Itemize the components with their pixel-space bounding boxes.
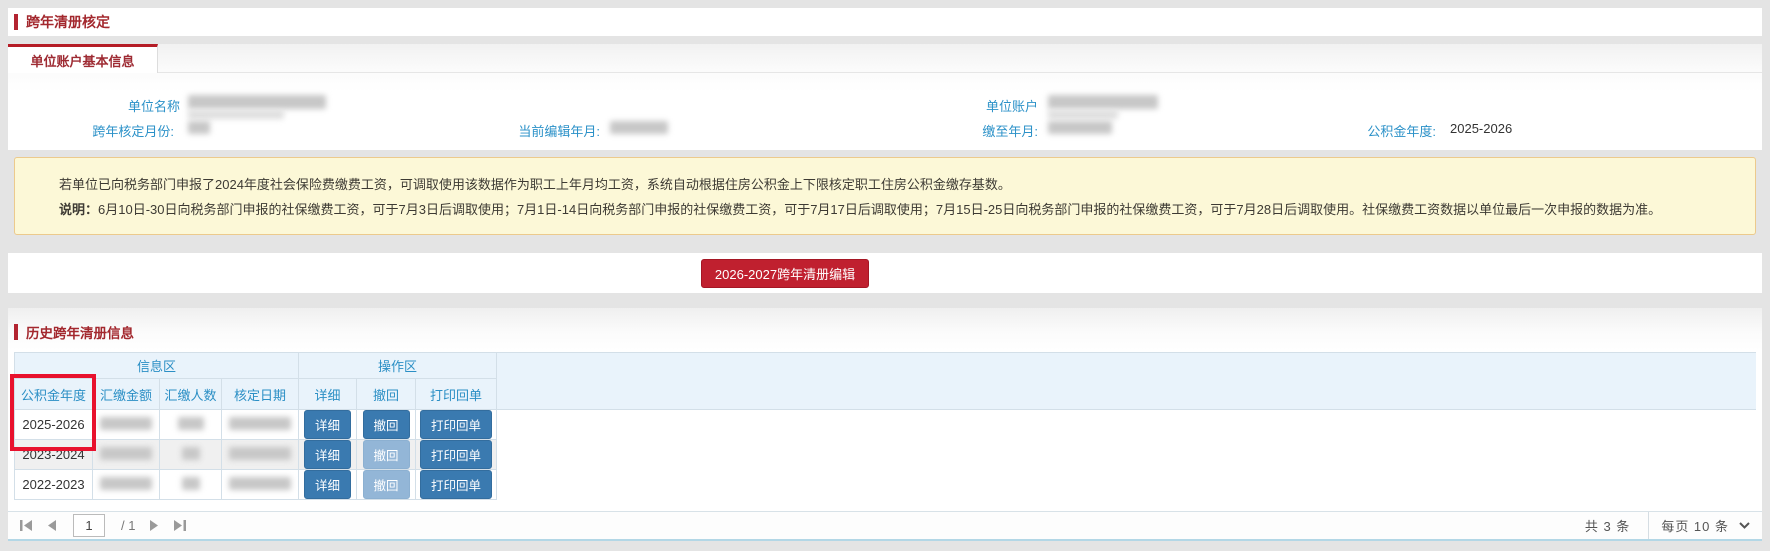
- last-page-button[interactable]: [173, 520, 186, 531]
- cell-verify-date: [222, 440, 299, 470]
- cell-fund-year: 2025-2026: [15, 410, 93, 440]
- notice-line1: 若单位已向税务部门申报了2024年度社会保险费缴费工资，可调取使用该数据作为职工…: [59, 172, 1725, 197]
- cell-headcount: [160, 470, 222, 500]
- page-title-bar: 跨年清册核定: [8, 8, 1762, 36]
- print-receipt-button[interactable]: 打印回单: [420, 410, 492, 439]
- prev-page-button[interactable]: [47, 520, 57, 531]
- page-size-select[interactable]: 每页 10 条: [1648, 512, 1762, 539]
- current-edit-month-label: 当前编辑年月:: [440, 121, 600, 140]
- fund-year-value: 2025-2026: [1450, 121, 1512, 136]
- unit-account-redacted-value: [1048, 95, 1158, 109]
- first-page-button[interactable]: [20, 520, 33, 531]
- cell-amount: [93, 470, 160, 500]
- pagination-bar: 1 / 1 共 3 条 每页 10 条: [8, 511, 1762, 539]
- header-filler: [497, 353, 1756, 410]
- col-header-fund-year: 公积金年度: [15, 379, 93, 410]
- history-section-head: 历史跨年清册信息: [8, 308, 1762, 342]
- table-row: 2023-2024 详细 撤回 打印回单: [15, 440, 1757, 470]
- group-header-action: 操作区: [299, 353, 497, 379]
- cell-amount: [93, 410, 160, 440]
- notice-line2-text: 6月10日-30日向税务部门申报的社保缴费工资，可于7月3日后调取使用；7月1日…: [98, 202, 1661, 217]
- redacted-amount: [100, 417, 152, 430]
- basic-info-panel: 单位账户基本信息 单位名称 单位账户 跨年核定月份: 当前编辑年月: 缴至年月:…: [8, 44, 1762, 150]
- history-table: 信息区 操作区 公积金年度 汇缴金额 汇缴人数 核定日期 详细 撤回 打印回单 …: [14, 352, 1756, 500]
- cell-fund-year: 2022-2023: [15, 470, 93, 500]
- unit-account-redacted-value-2: [1048, 110, 1118, 119]
- tab-bar: 单位账户基本信息: [8, 44, 1762, 73]
- cell-headcount: [160, 440, 222, 470]
- table-row: 2022-2023 详细 撤回 打印回单: [15, 470, 1757, 500]
- cell-verify-date: [222, 470, 299, 500]
- withdraw-button-disabled: 撤回: [363, 470, 410, 499]
- page-title: 跨年清册核定: [26, 12, 110, 32]
- cell-filler: [497, 440, 1756, 470]
- redacted-amount: [100, 477, 152, 490]
- notice-box: 若单位已向税务部门申报了2024年度社会保险费缴费工资，可调取使用该数据作为职工…: [14, 157, 1756, 235]
- total-count-label: 共 3 条: [1585, 516, 1630, 535]
- redacted-headcount: [182, 447, 200, 460]
- pagination-right: 共 3 条 每页 10 条: [1585, 512, 1762, 539]
- history-panel: 历史跨年清册信息 信息区 操作区 公积金年度 汇缴金额 汇缴人数 核定日期 详细…: [8, 308, 1762, 541]
- chevron-down-icon: [1739, 522, 1750, 529]
- notice-line2: 说明：6月10日-30日向税务部门申报的社保缴费工资，可于7月3日后调取使用；7…: [59, 197, 1725, 222]
- detail-button[interactable]: 详细: [304, 440, 351, 469]
- cell-filler: [497, 410, 1756, 440]
- print-receipt-button[interactable]: 打印回单: [420, 470, 492, 499]
- redacted-date: [229, 477, 291, 490]
- total-pages-label: / 1: [121, 518, 135, 533]
- redacted-headcount: [178, 417, 204, 430]
- redacted-amount: [100, 447, 152, 460]
- cross-year-edit-button[interactable]: 2026-2027跨年清册编辑: [701, 259, 869, 288]
- table-row: 2025-2026 详细 撤回 打印回单: [15, 410, 1757, 440]
- group-header-info: 信息区: [15, 353, 299, 379]
- page-number-input[interactable]: 1: [73, 514, 105, 537]
- unit-name-redacted-value-2: [188, 110, 284, 119]
- paid-until-label: 缴至年月:: [878, 121, 1038, 140]
- fund-year-label: 公积金年度:: [1278, 121, 1436, 140]
- page: 跨年清册核定 单位账户基本信息 单位名称 单位账户 跨年核定月份: 当前编辑年月…: [0, 0, 1770, 551]
- redacted-date: [229, 417, 291, 430]
- history-accent-bar: [14, 324, 18, 340]
- cell-amount: [93, 440, 160, 470]
- redacted-date: [229, 447, 291, 460]
- next-page-button[interactable]: [149, 520, 159, 531]
- page-size-label: 每页 10 条: [1661, 516, 1729, 535]
- chevron-right-icon: [149, 520, 159, 531]
- withdraw-button-disabled: 撤回: [363, 440, 410, 469]
- chevron-left-icon: [47, 520, 57, 531]
- title-accent-bar: [14, 14, 18, 30]
- cross-year-month-redacted-value: [188, 121, 210, 134]
- history-title: 历史跨年清册信息: [26, 322, 134, 342]
- cell-verify-date: [222, 410, 299, 440]
- col-header-withdraw: 撤回: [357, 379, 416, 410]
- cell-filler: [497, 470, 1756, 500]
- cross-year-month-label: 跨年核定月份:: [14, 121, 174, 140]
- col-header-verify-date: 核定日期: [222, 379, 299, 410]
- redacted-headcount: [182, 477, 200, 490]
- cell-fund-year: 2023-2024: [15, 440, 93, 470]
- detail-button[interactable]: 详细: [304, 410, 351, 439]
- col-header-headcount: 汇缴人数: [160, 379, 222, 410]
- unit-name-redacted-value: [188, 95, 326, 109]
- col-header-amount: 汇缴金额: [93, 379, 160, 410]
- paid-until-redacted-value: [1048, 121, 1112, 134]
- pagination-nav: 1 / 1: [8, 514, 186, 537]
- col-header-detail: 详细: [299, 379, 357, 410]
- unit-name-label: 单位名称: [20, 96, 180, 115]
- withdraw-button[interactable]: 撤回: [363, 410, 410, 439]
- col-header-print: 打印回单: [416, 379, 497, 410]
- cell-headcount: [160, 410, 222, 440]
- unit-account-label: 单位账户: [878, 96, 1038, 115]
- last-page-icon: [173, 520, 186, 531]
- notice-line2-prefix: 说明：: [59, 202, 98, 217]
- tab-unit-account-info[interactable]: 单位账户基本信息: [8, 44, 158, 73]
- detail-button[interactable]: 详细: [304, 470, 351, 499]
- edit-button-panel: 2026-2027跨年清册编辑: [8, 253, 1762, 293]
- first-page-icon: [20, 520, 33, 531]
- print-receipt-button[interactable]: 打印回单: [420, 440, 492, 469]
- current-edit-month-redacted-value: [610, 121, 668, 134]
